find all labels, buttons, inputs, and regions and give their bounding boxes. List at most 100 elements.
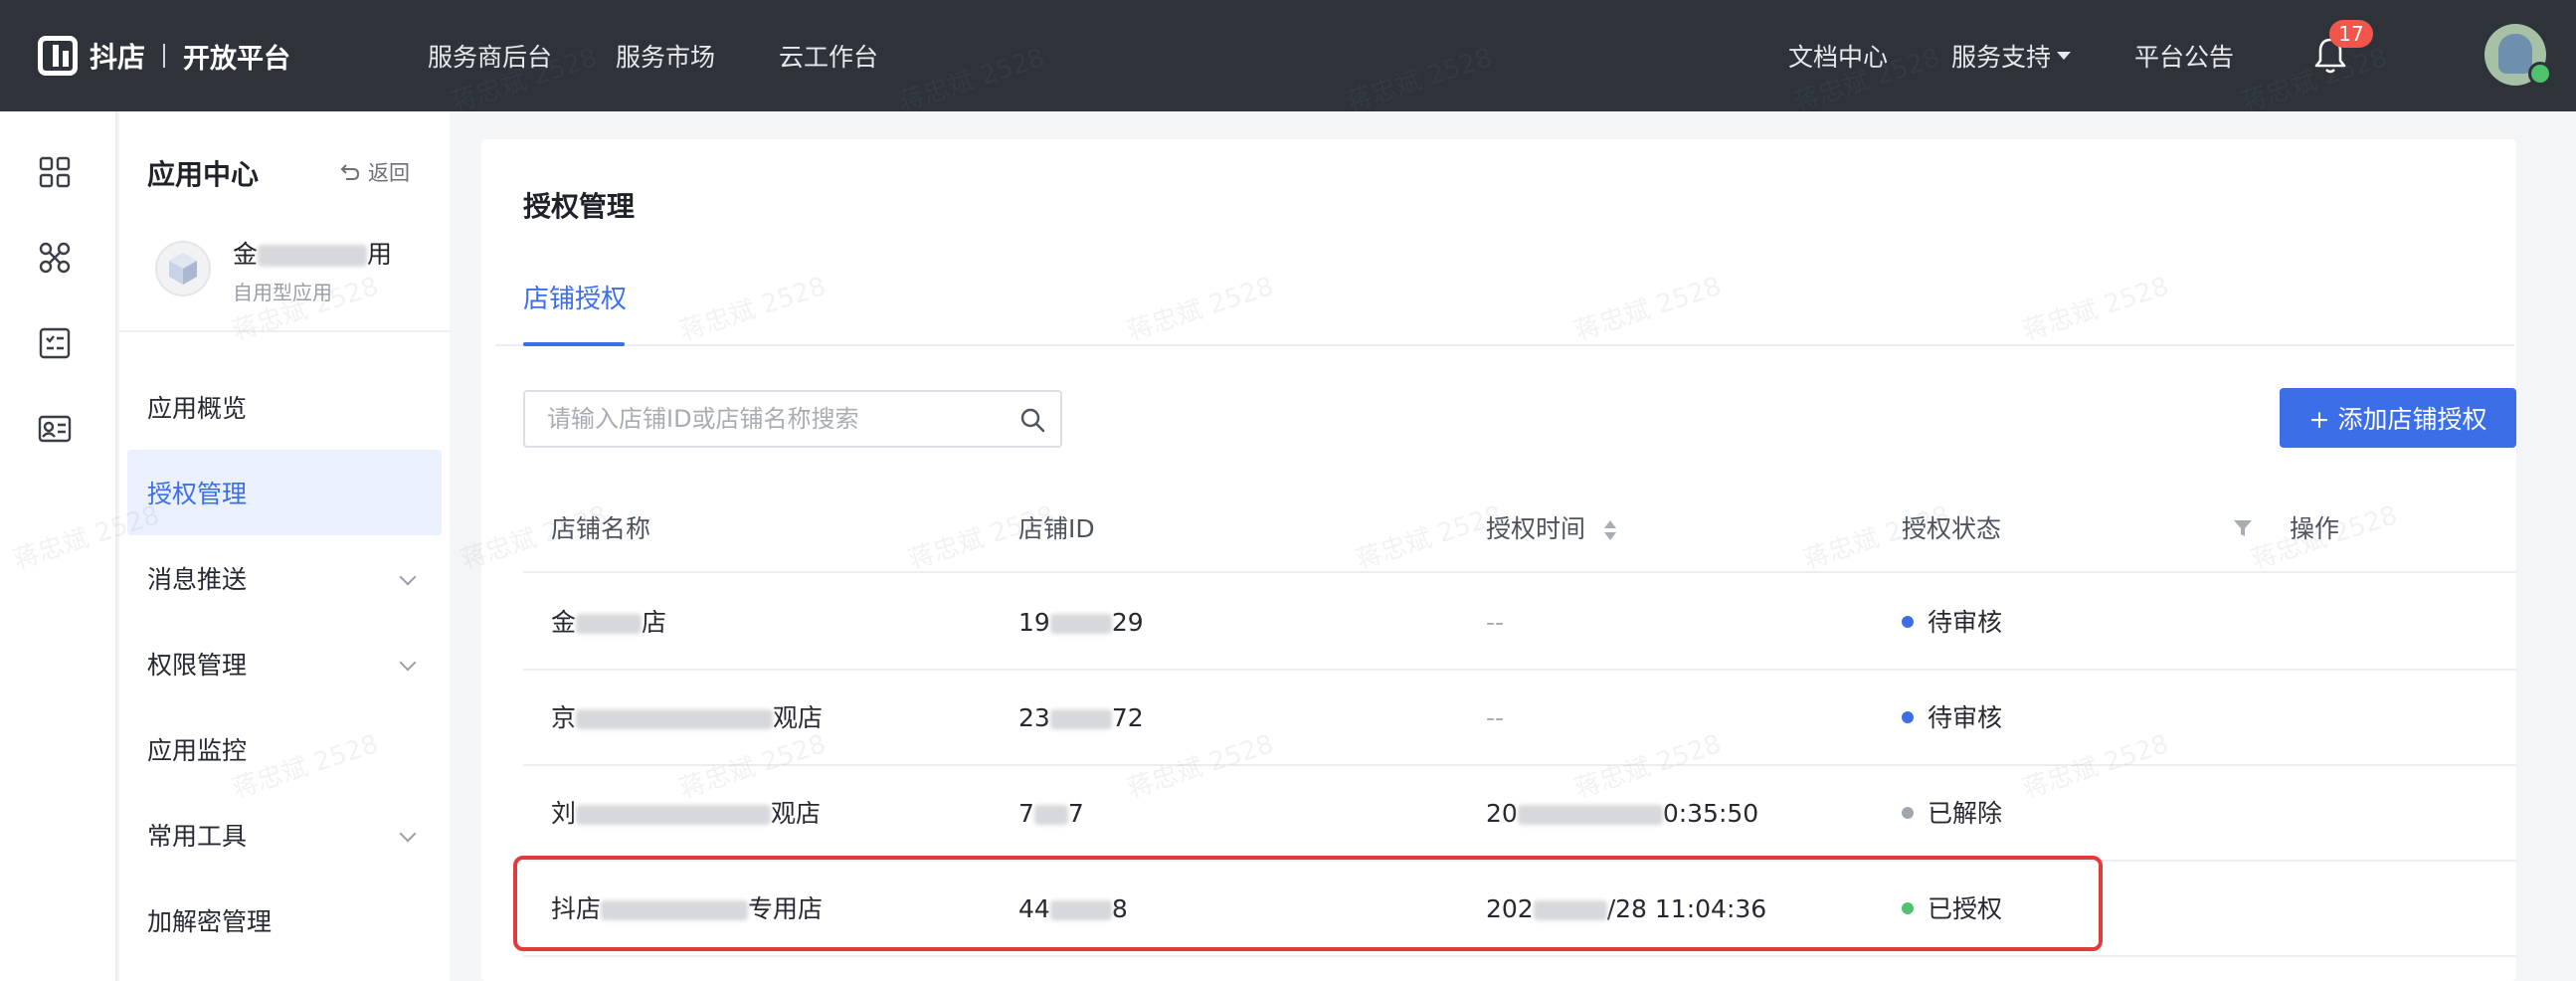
status-label: 已授权 bbox=[1928, 894, 2003, 923]
store-id-cell: 23 72 bbox=[1018, 671, 1144, 766]
store-name-cell: 刘 观店 bbox=[551, 766, 821, 862]
nav-service-support-label: 服务支持 bbox=[1951, 43, 2052, 72]
redacted-text bbox=[258, 245, 368, 267]
status-label: 待审核 bbox=[1928, 703, 2003, 732]
sort-icon[interactable] bbox=[1603, 519, 1617, 541]
store-name-part: 抖店 bbox=[551, 894, 602, 923]
sidebar-item-label: 消息推送 bbox=[147, 565, 248, 594]
store-id-part: 7 bbox=[1018, 799, 1034, 828]
store-id-part: 8 bbox=[1111, 894, 1128, 923]
search-box bbox=[523, 390, 1062, 448]
store-name-part: 专用店 bbox=[748, 894, 824, 923]
add-store-auth-button[interactable]: + 添加店铺授权 bbox=[2280, 388, 2516, 448]
sidebar-item-label: 应用监控 bbox=[147, 736, 248, 765]
notification-badge: 17 bbox=[2329, 20, 2373, 48]
store-id-part: 44 bbox=[1018, 894, 1050, 923]
redacted-text bbox=[601, 900, 749, 920]
store-name-cell: 金店 bbox=[551, 575, 666, 671]
store-name-part: 观店 bbox=[773, 703, 824, 732]
column-store-id: 店铺ID bbox=[1018, 514, 1095, 543]
redacted-text bbox=[576, 805, 772, 825]
top-nav-right: 文档中心 服务支持 平台公告 bbox=[1788, 0, 2298, 111]
column-auth-time[interactable]: 授权时间 bbox=[1486, 486, 1585, 573]
back-button[interactable]: 返回 bbox=[340, 157, 410, 187]
sidebar-item-auth-management[interactable]: 授权管理 bbox=[127, 450, 442, 535]
tab-bar: 店铺授权 bbox=[495, 259, 2514, 346]
sidebar-item-label: 权限管理 bbox=[147, 651, 248, 680]
column-store-name: 店铺名称 bbox=[551, 514, 651, 543]
table-row: 抖店 专用店 44 8 202/28 11:04:36 已授权 bbox=[523, 862, 2516, 957]
auth-time-part: 20 bbox=[1486, 799, 1518, 828]
id-card-icon[interactable] bbox=[38, 412, 72, 446]
status-dot bbox=[1902, 711, 1914, 723]
nav-platform-notice[interactable]: 平台公告 bbox=[2134, 38, 2234, 74]
app-card: 金用 自用型应用 bbox=[155, 231, 424, 310]
store-id-part: 7 bbox=[1067, 799, 1084, 828]
store-name-part: 刘 bbox=[551, 799, 577, 828]
sidebar-item-label: 授权管理 bbox=[147, 480, 248, 508]
sidebar-item-encryption[interactable]: 加解密管理 bbox=[127, 878, 442, 963]
store-name-part: 店 bbox=[642, 608, 667, 637]
sidebar-item-overview[interactable]: 应用概览 bbox=[127, 364, 442, 450]
app-name: 金用 bbox=[233, 235, 392, 271]
store-id-part: 72 bbox=[1111, 703, 1144, 732]
search-input[interactable] bbox=[547, 405, 1005, 433]
checklist-icon[interactable] bbox=[38, 326, 72, 360]
store-id-cell: 44 8 bbox=[1018, 862, 1128, 957]
sidebar-item-message-push[interactable]: 消息推送 bbox=[127, 535, 442, 621]
search-icon[interactable] bbox=[1018, 406, 1046, 434]
app-type: 自用型应用 bbox=[233, 281, 332, 304]
redacted-text bbox=[1049, 709, 1112, 729]
auth-time-part: 0:35:50 bbox=[1662, 799, 1759, 828]
active-tab-indicator bbox=[523, 342, 625, 346]
brand-divider bbox=[163, 44, 166, 68]
sidebar-item-label: 加解密管理 bbox=[147, 907, 273, 936]
side-nav: 应用中心 返回 金用 自用型应用 应用概览 授权管理 消息推送 权限管理 应用监… bbox=[119, 111, 450, 981]
status-label: 待审核 bbox=[1928, 608, 2003, 637]
app-name-start: 金 bbox=[233, 240, 259, 269]
status-dot bbox=[1902, 902, 1914, 914]
back-label: 返回 bbox=[368, 161, 410, 185]
nav-cloud-workbench[interactable]: 云工作台 bbox=[779, 38, 878, 74]
table-row: 京 观店 23 72 -- 待审核 bbox=[523, 671, 2516, 766]
store-id-cell: 77 bbox=[1018, 766, 1084, 862]
grid-apps-icon[interactable] bbox=[38, 155, 72, 189]
tab-store-auth[interactable]: 店铺授权 bbox=[523, 279, 627, 315]
redacted-text bbox=[576, 614, 643, 634]
sidebar-item-tools[interactable]: 常用工具 bbox=[127, 792, 442, 878]
app-center-title: 应用中心 bbox=[147, 158, 260, 191]
auth-status-cell: 待审核 bbox=[1902, 671, 2002, 766]
brand-name: 抖店 bbox=[90, 41, 146, 74]
redacted-text bbox=[1533, 900, 1607, 920]
nav-service-market[interactable]: 服务市场 bbox=[616, 38, 715, 74]
doudian-logo-icon bbox=[38, 36, 78, 76]
icon-rail bbox=[0, 111, 117, 981]
status-dot bbox=[1902, 807, 1914, 819]
nav-provider-backend[interactable]: 服务商后台 bbox=[428, 38, 552, 74]
page-title: 授权管理 bbox=[523, 190, 636, 223]
sidebar-item-monitoring[interactable]: 应用监控 bbox=[127, 706, 442, 792]
nav-service-support[interactable]: 服务支持 bbox=[1951, 38, 2072, 74]
brand-logo[interactable]: 抖店 开放平台 bbox=[38, 34, 290, 78]
table-row: 金店 19 29 -- 待审核 bbox=[523, 575, 2516, 671]
filter-icon[interactable] bbox=[2232, 517, 2254, 539]
chevron-down-icon bbox=[399, 568, 417, 586]
app-cube-icon bbox=[155, 241, 211, 296]
store-id-part: 19 bbox=[1018, 608, 1050, 637]
app-name-end: 用 bbox=[367, 240, 393, 269]
caret-down-icon bbox=[2057, 52, 2072, 60]
store-name-cell: 抖店 专用店 bbox=[551, 862, 823, 957]
plugin-icon[interactable] bbox=[38, 241, 72, 275]
brand-subtitle: 开放平台 bbox=[183, 43, 291, 75]
back-arrow-icon bbox=[340, 164, 360, 180]
redacted-text bbox=[1049, 900, 1112, 920]
redacted-text bbox=[576, 709, 774, 729]
auth-status-cell: 已解除 bbox=[1902, 766, 2002, 862]
nav-docs-center[interactable]: 文档中心 bbox=[1788, 38, 1888, 74]
redacted-text bbox=[1033, 805, 1068, 825]
store-name-part: 京 bbox=[551, 703, 577, 732]
status-label: 已解除 bbox=[1928, 799, 2003, 828]
verified-icon bbox=[2528, 62, 2552, 86]
table-header: 店铺名称 店铺ID 授权时间 授权状态 操作 bbox=[523, 486, 2516, 573]
sidebar-item-permission[interactable]: 权限管理 bbox=[127, 621, 442, 706]
